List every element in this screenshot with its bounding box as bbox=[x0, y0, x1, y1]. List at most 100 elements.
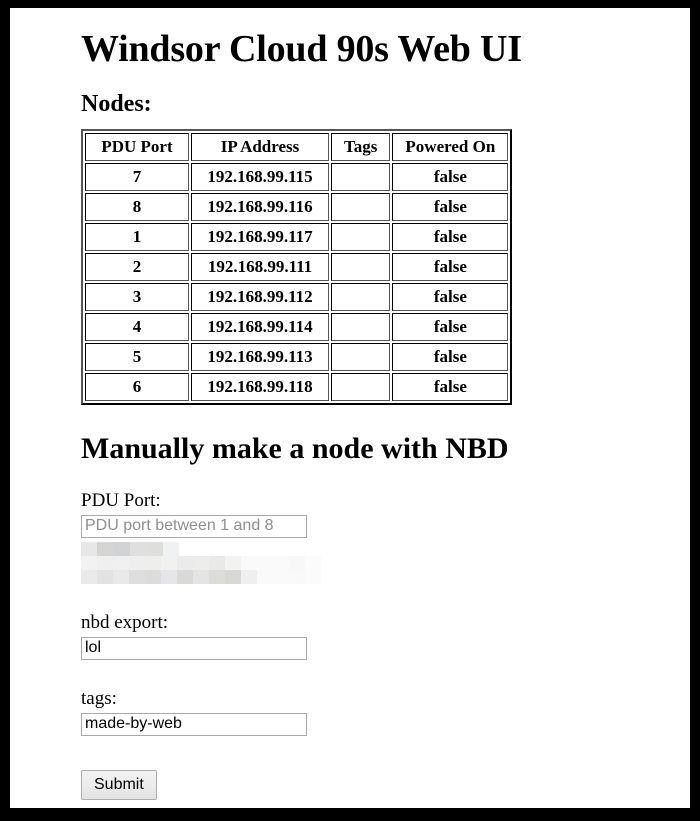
node-powered-on: false bbox=[392, 192, 509, 221]
node-tags bbox=[331, 222, 391, 251]
table-row: 2 192.168.99.111 false bbox=[85, 252, 509, 281]
node-ip-address: 192.168.99.115 bbox=[191, 162, 329, 191]
column-header-powered-on: Powered On bbox=[392, 132, 509, 161]
redaction-pixel bbox=[129, 569, 145, 584]
nodes-heading: Nodes: bbox=[81, 90, 152, 117]
nodes-table-head: PDU Port IP Address Tags Powered On bbox=[85, 132, 509, 161]
node-powered-on: false bbox=[392, 342, 509, 371]
node-tags bbox=[331, 312, 391, 341]
node-tags bbox=[331, 252, 391, 281]
table-row: 4 192.168.99.114 false bbox=[85, 312, 509, 341]
node-ip-address: 192.168.99.113 bbox=[191, 342, 329, 371]
nodes-table: PDU Port IP Address Tags Powered On 7 192… bbox=[81, 128, 513, 405]
page-title: Windsor Cloud 90s Web UI bbox=[81, 28, 522, 70]
redaction-pixel bbox=[225, 569, 241, 584]
node-ip-address: 192.168.99.117 bbox=[191, 222, 329, 251]
nbd-export-input[interactable] bbox=[81, 636, 307, 660]
node-powered-on: false bbox=[392, 282, 509, 311]
manual-node-form-heading: Manually make a node with NBD bbox=[81, 431, 509, 465]
table-header-row: PDU Port IP Address Tags Powered On bbox=[85, 132, 509, 161]
node-pdu-port: 6 bbox=[85, 372, 189, 401]
redaction-pixel bbox=[81, 541, 98, 556]
redaction-pixel bbox=[146, 541, 163, 556]
redaction-row bbox=[81, 555, 321, 570]
redaction-pixel bbox=[209, 555, 225, 570]
node-pdu-port: 7 bbox=[85, 162, 189, 191]
redaction-pixel bbox=[241, 555, 257, 570]
redaction-pixel bbox=[97, 569, 113, 584]
redaction-pixel bbox=[257, 569, 273, 584]
node-ip-address: 192.168.99.112 bbox=[191, 282, 329, 311]
node-pdu-port: 5 bbox=[85, 342, 189, 371]
node-tags bbox=[331, 342, 391, 371]
redaction-pixel bbox=[81, 555, 97, 570]
pdu-port-input[interactable] bbox=[81, 514, 307, 538]
redaction-pixel bbox=[193, 569, 209, 584]
redaction-pixel bbox=[193, 555, 209, 570]
page-canvas: Windsor Cloud 90s Web UI Nodes: PDU Port… bbox=[10, 8, 690, 808]
redaction-pixel bbox=[81, 569, 97, 584]
redaction-pixel bbox=[289, 569, 305, 584]
redaction-row bbox=[81, 541, 321, 556]
redaction-pixel bbox=[113, 569, 129, 584]
submit-button[interactable]: Submit bbox=[81, 769, 157, 800]
table-row: 7 192.168.99.115 false bbox=[85, 162, 509, 191]
redaction-pixel bbox=[257, 555, 273, 570]
redaction-pixel bbox=[209, 569, 225, 584]
tags-input[interactable] bbox=[81, 712, 307, 736]
manual-node-form: PDU Port: nbd export: tags: Submit bbox=[81, 490, 681, 800]
redaction-pixel bbox=[97, 555, 113, 570]
column-header-pdu-port: PDU Port bbox=[85, 132, 189, 161]
node-ip-address: 192.168.99.116 bbox=[191, 192, 329, 221]
node-powered-on: false bbox=[392, 372, 509, 401]
node-ip-address: 192.168.99.111 bbox=[191, 252, 329, 281]
screenshot-frame: Windsor Cloud 90s Web UI Nodes: PDU Port… bbox=[0, 0, 700, 821]
nbd-export-label: nbd export: bbox=[81, 611, 169, 633]
redaction-pixel bbox=[162, 541, 179, 556]
node-pdu-port: 8 bbox=[85, 192, 189, 221]
pdu-port-label: PDU Port: bbox=[81, 489, 161, 511]
redaction-pixel bbox=[225, 555, 241, 570]
redaction-pixel bbox=[113, 555, 129, 570]
table-row: 3 192.168.99.112 false bbox=[85, 282, 509, 311]
column-header-tags: Tags bbox=[331, 132, 391, 161]
redaction-pixel bbox=[145, 569, 161, 584]
redaction-pixel bbox=[113, 541, 130, 556]
redaction-pixel bbox=[161, 555, 177, 570]
redaction-pixel bbox=[161, 569, 177, 584]
table-row: 8 192.168.99.116 false bbox=[85, 192, 509, 221]
node-pdu-port: 3 bbox=[85, 282, 189, 311]
node-tags bbox=[331, 372, 391, 401]
table-row: 6 192.168.99.118 false bbox=[85, 372, 509, 401]
node-ip-address: 192.168.99.118 bbox=[191, 372, 329, 401]
pdu-port-field-group: PDU Port: bbox=[81, 490, 681, 584]
node-tags bbox=[331, 282, 391, 311]
redaction-pixel bbox=[129, 541, 147, 556]
redaction-pixel bbox=[305, 555, 321, 570]
node-pdu-port: 4 bbox=[85, 312, 189, 341]
redaction-pixel bbox=[273, 569, 289, 584]
node-powered-on: false bbox=[392, 222, 509, 251]
node-powered-on: false bbox=[392, 162, 509, 191]
nbd-export-field-group: nbd export: bbox=[81, 612, 681, 660]
node-powered-on: false bbox=[392, 252, 509, 281]
node-pdu-port: 1 bbox=[85, 222, 189, 251]
table-row: 5 192.168.99.113 false bbox=[85, 342, 509, 371]
node-ip-address: 192.168.99.114 bbox=[191, 312, 329, 341]
redaction-pixel bbox=[177, 569, 193, 584]
redaction-pixel bbox=[145, 555, 161, 570]
redacted-field-overlay bbox=[81, 541, 321, 584]
redaction-pixel bbox=[241, 569, 257, 584]
tags-field-group: tags: bbox=[81, 688, 681, 736]
tags-label: tags: bbox=[81, 687, 117, 709]
redaction-pixel bbox=[97, 541, 114, 556]
redaction-pixel bbox=[273, 555, 289, 570]
redaction-pixel bbox=[177, 555, 193, 570]
redaction-pixel bbox=[289, 555, 305, 570]
page-content: Windsor Cloud 90s Web UI Nodes: PDU Port… bbox=[81, 28, 681, 800]
column-header-ip-address: IP Address bbox=[191, 132, 329, 161]
node-pdu-port: 2 bbox=[85, 252, 189, 281]
redaction-row bbox=[81, 569, 321, 584]
node-tags bbox=[331, 192, 391, 221]
redaction-pixel bbox=[129, 555, 145, 570]
